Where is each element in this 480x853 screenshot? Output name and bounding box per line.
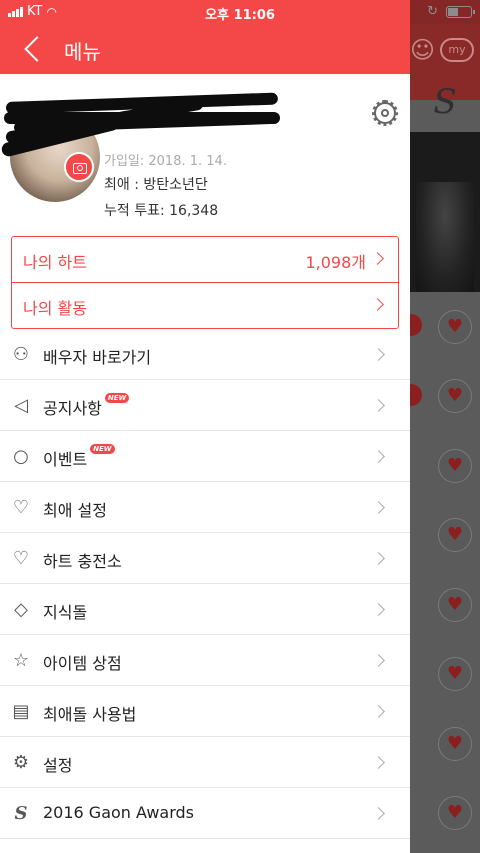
background-app-overlay[interactable]: ☺ my S ♥ ♥ ♥ ♥ ♥ ♥ ♥ ♥ [410, 0, 480, 853]
menu-item-quiz[interactable]: ◇ 지식돌 [0, 584, 410, 635]
gear-icon: ⚙ [12, 752, 30, 773]
menu-item-event[interactable]: ○ 이벤트NEW [0, 431, 410, 482]
menu-item-notice[interactable]: ◁ 공지사항NEW [0, 380, 410, 431]
my-heart-row[interactable]: 나의 하트 1,098개 [12, 237, 398, 283]
chevron-right-icon [372, 756, 385, 769]
background-person-icon: ☺ [410, 36, 436, 64]
menu-item-label: 설정 [43, 756, 73, 775]
balloon-icon: ○ [13, 446, 29, 467]
heart-charge-icon: ♡ [12, 548, 30, 569]
menu-item-label: 지식돌 [43, 603, 88, 622]
status-time: 오후 11:06 [205, 8, 275, 23]
background-heart-icon: ♥ [438, 796, 472, 830]
menu-list: ⚇ 배우자 바로가기 ◁ 공지사항NEW ○ 이벤트NEW ♡ 최애 설정 ♡ … [0, 329, 410, 839]
chevron-right-icon [372, 807, 385, 820]
menu-item-settings[interactable]: ⚙ 설정 [0, 737, 410, 788]
menu-item-label: 하트 충전소 [43, 552, 122, 571]
menu-item-label: 최애 설정 [43, 501, 107, 520]
background-my-heart-icon: my [440, 38, 474, 62]
favorite-idol: 최애 : 방탄소년단 [104, 177, 208, 193]
chevron-right-icon [372, 705, 385, 718]
menu-item-label: 최애돌 사용법 [43, 705, 137, 724]
back-chevron-icon[interactable] [22, 34, 46, 64]
chevron-right-icon [372, 348, 385, 361]
spouse-icon: ⚇ [12, 344, 30, 365]
background-heart-icon: ♥ [438, 379, 472, 413]
new-badge: NEW [104, 393, 130, 403]
background-heart-icon: ♥ [438, 449, 472, 483]
menu-header: 메뉴 [0, 24, 410, 74]
chevron-right-icon [372, 501, 385, 514]
background-heart-icon: ♥ [438, 727, 472, 761]
menu-item-gaon-awards[interactable]: S 2016 Gaon Awards [0, 788, 410, 839]
menu-item-label: 이벤트NEW [43, 444, 115, 470]
profile-settings-gear-icon[interactable] [372, 100, 398, 126]
background-logo-icon: S [433, 82, 457, 122]
join-date: 가입일: 2018. 1. 14. [104, 154, 227, 169]
menu-item-how-to-use[interactable]: ▤ 최애돌 사용법 [0, 686, 410, 737]
background-heart-icon: ♥ [438, 310, 472, 344]
megaphone-icon: ◁ [14, 395, 28, 416]
background-rank-badge [410, 314, 422, 336]
medal-icon: ☆ [12, 650, 30, 671]
my-heart-count: 1,098개 [305, 253, 366, 272]
chevron-right-icon [371, 298, 384, 311]
background-rank-badge [410, 384, 422, 406]
page-title: 메뉴 [64, 40, 101, 64]
camera-button[interactable] [64, 152, 94, 182]
graduation-cap-icon: ◇ [14, 599, 28, 620]
heart-arrow-icon: ♡ [12, 497, 30, 518]
menu-item-label: 배우자 바로가기 [43, 348, 152, 367]
chevron-right-icon [372, 603, 385, 616]
menu-item-label: 아이템 상점 [43, 654, 122, 673]
new-badge: NEW [90, 444, 115, 454]
background-banner-photo [416, 182, 474, 292]
chevron-right-icon [372, 654, 385, 667]
chevron-right-icon [372, 552, 385, 565]
my-heart-label: 나의 하트 [23, 253, 87, 272]
menu-item-heart-charge[interactable]: ♡ 하트 충전소 [0, 533, 410, 584]
background-heart-icon: ♥ [438, 518, 472, 552]
side-menu-drawer: 메뉴 가입일: 2018. 1. 14. 최애 : 방탄소년단 누적 투표: 1… [0, 0, 410, 853]
menu-item-favorite-setting[interactable]: ♡ 최애 설정 [0, 482, 410, 533]
my-activity-label: 나의 활동 [23, 299, 87, 318]
heart-summary-box: 나의 하트 1,098개 나의 활동 [11, 236, 399, 329]
map-icon: ▤ [12, 701, 30, 722]
menu-item-item-shop[interactable]: ☆ 아이템 상점 [0, 635, 410, 686]
status-bar: KT ◠ 오후 11:06 ↻ [0, 0, 480, 24]
gaon-logo-icon: S [14, 803, 28, 824]
status-dim-overlay [410, 0, 480, 24]
my-activity-row[interactable]: 나의 활동 [12, 283, 398, 329]
menu-item-label: 공지사항NEW [43, 393, 130, 419]
profile-section: 가입일: 2018. 1. 14. 최애 : 방탄소년단 누적 투표: 16,3… [0, 74, 410, 234]
background-heart-icon: ♥ [438, 657, 472, 691]
total-votes: 누적 투표: 16,348 [104, 203, 219, 219]
background-banner [410, 132, 480, 292]
background-heart-icon: ♥ [438, 588, 472, 622]
chevron-right-icon [372, 399, 385, 412]
menu-item-label: 2016 Gaon Awards [43, 803, 194, 822]
chevron-right-icon [371, 252, 384, 265]
menu-item-spouse[interactable]: ⚇ 배우자 바로가기 [0, 329, 410, 380]
chevron-right-icon [372, 450, 385, 463]
